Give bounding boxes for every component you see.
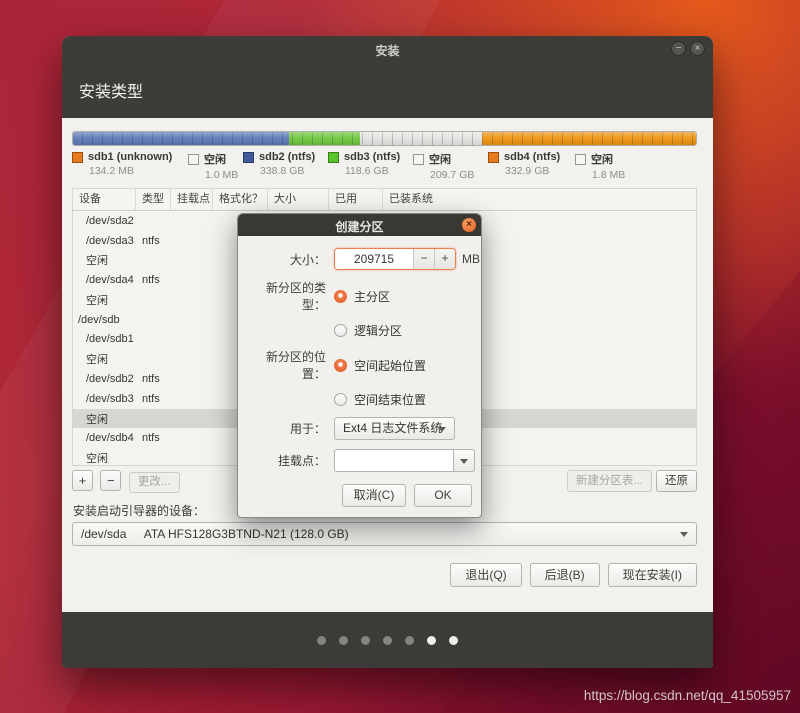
- create-partition-dialog: 创建分区 × 大小： 209715 − + MB 新分区的类型： 主分区: [237, 213, 482, 518]
- legend-item: sdb1 (unknown) 134.2 MB: [72, 151, 172, 177]
- partition-bar-cells: [73, 132, 696, 145]
- legend-size: 118.6 GB: [345, 165, 400, 177]
- cancel-button[interactable]: 取消(C): [342, 484, 406, 507]
- legend-label: sdb2 (ntfs): [259, 151, 315, 163]
- radio-icon[interactable]: [334, 324, 347, 337]
- radio-logical-partition[interactable]: 逻辑分区: [334, 322, 472, 339]
- new-partition-table-button[interactable]: 新建分区表...: [567, 470, 652, 492]
- legend-label: sdb1 (unknown): [88, 151, 172, 163]
- dialog-title: 创建分区: [238, 218, 481, 235]
- partition-type-label: 新分区的类型：: [247, 279, 326, 313]
- chevron-down-icon: [680, 532, 688, 537]
- column-header-used[interactable]: 已用: [329, 189, 383, 210]
- radio-icon[interactable]: [334, 290, 347, 303]
- legend-label: 空闲: [591, 151, 613, 167]
- progress-dots: [62, 636, 713, 645]
- partition-location-label: 新分区的位置：: [247, 348, 326, 382]
- partition-legend: sdb1 (unknown) 134.2 MB 空闲 1.0 MB sdb2 (…: [62, 149, 713, 183]
- legend-label: sdb3 (ntfs): [344, 151, 400, 163]
- column-header-mountpoint[interactable]: 挂载点: [171, 189, 213, 210]
- dialog-body: 大小： 209715 − + MB 新分区的类型： 主分区 逻辑分区 新分区的位…: [238, 236, 481, 517]
- bootloader-description: ATA HFS128G3BTND-N21 (128.0 GB): [144, 527, 349, 541]
- add-partition-button[interactable]: +: [72, 470, 93, 491]
- radio-beginning-of-space[interactable]: 空间起始位置: [334, 357, 426, 374]
- minimize-icon[interactable]: −: [671, 41, 686, 56]
- chevron-down-icon: [438, 427, 446, 432]
- legend-item: 空闲 209.7 GB: [413, 151, 474, 181]
- size-unit: MB: [462, 252, 480, 266]
- page-title: 安装类型: [79, 78, 143, 102]
- dialog-close-icon[interactable]: ×: [462, 218, 476, 232]
- remove-partition-button[interactable]: −: [100, 470, 121, 491]
- quit-button[interactable]: 退出(Q): [450, 563, 521, 587]
- nav-buttons: 退出(Q) 后退(B) 现在安装(I): [450, 563, 697, 587]
- spin-plus-button[interactable]: +: [434, 249, 455, 269]
- dialog-titlebar: 创建分区 ×: [238, 214, 481, 236]
- window-title: 安装: [62, 42, 713, 59]
- legend-item: sdb2 (ntfs) 338.8 GB: [243, 151, 315, 177]
- bootloader-device: /dev/sda: [81, 527, 126, 541]
- bootloader-device-select[interactable]: /dev/sda ATA HFS128G3BTND-N21 (128.0 GB): [72, 522, 697, 546]
- legend-size: 332.9 GB: [505, 165, 560, 177]
- legend-size: 134.2 MB: [89, 165, 172, 177]
- spin-minus-button[interactable]: −: [413, 249, 434, 269]
- legend-swatch: [188, 154, 199, 165]
- filesystem-select[interactable]: Ext4 日志文件系统: [334, 417, 455, 440]
- size-label: 大小：: [247, 251, 326, 268]
- progress-dot: [339, 636, 348, 645]
- progress-dot: [383, 636, 392, 645]
- legend-item: 空闲 1.8 MB: [575, 151, 625, 181]
- legend-item: sdb4 (ntfs) 332.9 GB: [488, 151, 560, 177]
- close-icon[interactable]: ×: [690, 41, 705, 56]
- size-spinbox: 209715 − +: [334, 248, 456, 270]
- legend-swatch: [413, 154, 424, 165]
- progress-dot: [361, 636, 370, 645]
- back-button[interactable]: 后退(B): [530, 563, 600, 587]
- legend-item: sdb3 (ntfs) 118.6 GB: [328, 151, 400, 177]
- titlebar: 安装 − ×: [62, 36, 713, 62]
- radio-icon[interactable]: [334, 393, 347, 406]
- legend-size: 1.0 MB: [205, 169, 238, 181]
- window-footer: [62, 612, 713, 668]
- legend-size: 338.8 GB: [260, 165, 315, 177]
- legend-label: 空闲: [204, 151, 226, 167]
- progress-dot: [427, 636, 436, 645]
- install-now-button[interactable]: 现在安装(I): [608, 563, 697, 587]
- radio-primary-partition[interactable]: 主分区: [334, 288, 390, 305]
- legend-label: 空闲: [429, 151, 451, 167]
- bootloader-label: 安装启动引导器的设备：: [73, 502, 205, 519]
- progress-dot: [317, 636, 326, 645]
- revert-button[interactable]: 还原: [656, 470, 697, 492]
- column-header-type[interactable]: 类型: [136, 189, 171, 210]
- progress-dot: [405, 636, 414, 645]
- change-button[interactable]: 更改...: [129, 472, 180, 493]
- partition-bar: [72, 131, 697, 146]
- legend-swatch: [328, 152, 339, 163]
- radio-icon[interactable]: [334, 359, 347, 372]
- legend-swatch: [575, 154, 586, 165]
- column-header-device[interactable]: 设备: [73, 189, 136, 210]
- mount-point-dropdown-button[interactable]: [454, 449, 475, 472]
- mount-point-input[interactable]: [334, 449, 454, 472]
- legend-size: 209.7 GB: [430, 169, 474, 181]
- column-header-size[interactable]: 大小: [268, 189, 329, 210]
- watermark-url: https://blog.csdn.net/qq_41505957: [584, 688, 791, 703]
- table-header: 设备 类型 挂载点 格式化？ 大小 已用 已装系统: [73, 189, 696, 211]
- size-input[interactable]: 209715: [335, 249, 413, 269]
- radio-end-of-space[interactable]: 空间结束位置: [334, 391, 472, 408]
- ok-button[interactable]: OK: [414, 484, 472, 507]
- legend-item: 空闲 1.0 MB: [188, 151, 238, 181]
- column-header-system[interactable]: 已装系统: [383, 189, 696, 210]
- legend-swatch: [488, 152, 499, 163]
- chevron-down-icon: [460, 459, 468, 464]
- legend-size: 1.8 MB: [592, 169, 625, 181]
- column-header-format[interactable]: 格式化？: [213, 189, 268, 210]
- legend-swatch: [72, 152, 83, 163]
- window-header: 安装 − × 安装类型: [62, 36, 713, 118]
- progress-dot: [449, 636, 458, 645]
- legend-label: sdb4 (ntfs): [504, 151, 560, 163]
- legend-swatch: [243, 152, 254, 163]
- mount-point-label: 挂载点：: [247, 452, 326, 469]
- use-as-label: 用于：: [247, 420, 326, 437]
